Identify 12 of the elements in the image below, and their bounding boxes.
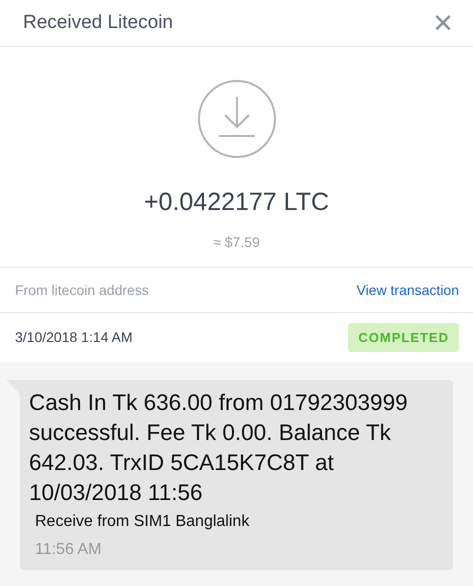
message-sender: Receive from SIM1 Banglalink — [35, 512, 250, 532]
view-transaction-link[interactable]: View transaction — [356, 280, 459, 300]
message-text: Cash In Tk 636.00 from 01792303999 successful. Fee Tk 0.00. Balance Tk 642.03. TrxID 5CA15K7C8T at 10/03/2018 11:56 — [29, 389, 409, 507]
message-time: 11:56 AM — [35, 540, 102, 560]
fiat-value: ≈ $7.59 — [213, 232, 260, 252]
download-icon — [196, 80, 278, 158]
amount-text: +0.0422177 LTC — [144, 187, 330, 218]
source-label: From litecoin address — [15, 280, 149, 300]
status-label: COMPLETED — [348, 322, 459, 352]
close-button[interactable]: × — [433, 6, 453, 40]
dialog-title: Received Litecoin — [23, 10, 173, 35]
transaction-date: 3/10/2018 1:14 AM — [15, 328, 133, 347]
